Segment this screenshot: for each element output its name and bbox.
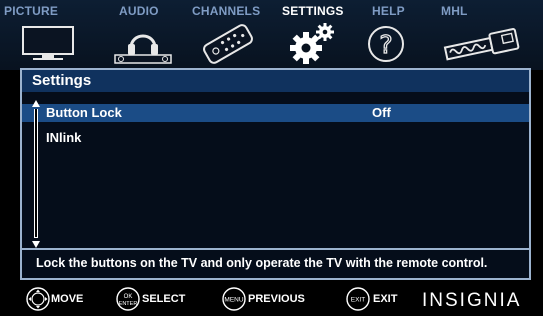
scroll-track[interactable] [34, 109, 38, 238]
panel-title: Settings [32, 72, 92, 89]
hint-select: OK ENTER SELECT [116, 280, 206, 316]
menu-item-label: Button Lock [46, 105, 122, 120]
tab-settings[interactable]: SETTINGS [282, 0, 352, 70]
tab-mhl[interactable]: MHL [441, 0, 521, 70]
settings-panel: Settings Button Lock Off INlink Lock the… [20, 68, 531, 280]
hint-previous: MENU PREVIOUS [222, 280, 332, 316]
directional-pad-icon [26, 287, 50, 311]
exit-button-icon: EXIT [346, 287, 370, 311]
svg-text:EXIT: EXIT [351, 297, 365, 304]
key-hint-bar: MOVE OK ENTER SELECT MENU PREVIOUS EXIT … [0, 280, 543, 316]
tab-channels-label: CHANNELS [192, 4, 261, 18]
ok-enter-button-icon: OK ENTER [116, 287, 140, 311]
hint-move-label: MOVE [51, 293, 84, 305]
headphones-icon [114, 34, 172, 64]
brand-logo: INSIGNIA [422, 290, 522, 311]
tv-icon [22, 26, 74, 60]
tab-picture-label: PICTURE [4, 4, 59, 18]
hint-previous-label: PREVIOUS [248, 293, 305, 305]
hint-select-label: SELECT [142, 293, 186, 305]
menu-button-icon: MENU [222, 287, 246, 311]
hint-move: MOVE [26, 280, 106, 316]
tab-help[interactable]: HELP ? [368, 0, 422, 70]
hint-exit: EXIT EXIT [346, 280, 406, 316]
menu-item-value: Off [372, 105, 391, 120]
scroll-down-arrow-icon[interactable] [32, 241, 40, 248]
scrollbar[interactable] [32, 100, 40, 248]
svg-text:?: ? [379, 30, 392, 59]
svg-text:ENTER: ENTER [119, 301, 138, 307]
tab-channels[interactable]: CHANNELS [192, 0, 262, 70]
tab-help-label: HELP [372, 4, 405, 18]
menu-item-inlink[interactable]: INlink [22, 129, 529, 147]
svg-text:MENU: MENU [224, 297, 243, 304]
tab-audio-label: AUDIO [119, 4, 159, 18]
gears-icon [290, 23, 334, 64]
divider [22, 248, 529, 250]
menu-item-button-lock[interactable]: Button Lock Off [22, 104, 529, 122]
svg-text:OK: OK [124, 294, 133, 300]
tab-settings-label: SETTINGS [282, 4, 344, 18]
item-description: Lock the buttons on the TV and only oper… [36, 256, 488, 270]
menu-tab-bar: PICTURE AUDIO CHANNELS SETTINGS HELP ? M… [0, 0, 543, 70]
hint-exit-label: EXIT [373, 293, 398, 305]
panel-header: Settings [22, 70, 529, 92]
remote-icon [203, 24, 253, 64]
tab-picture[interactable]: PICTURE [4, 0, 74, 70]
help-icon: ? [368, 26, 404, 62]
mhl-cable-icon [443, 28, 520, 61]
menu-item-label: INlink [46, 130, 82, 145]
tab-audio[interactable]: AUDIO [114, 0, 189, 70]
scroll-up-arrow-icon[interactable] [32, 100, 40, 107]
tab-mhl-label: MHL [441, 4, 468, 18]
